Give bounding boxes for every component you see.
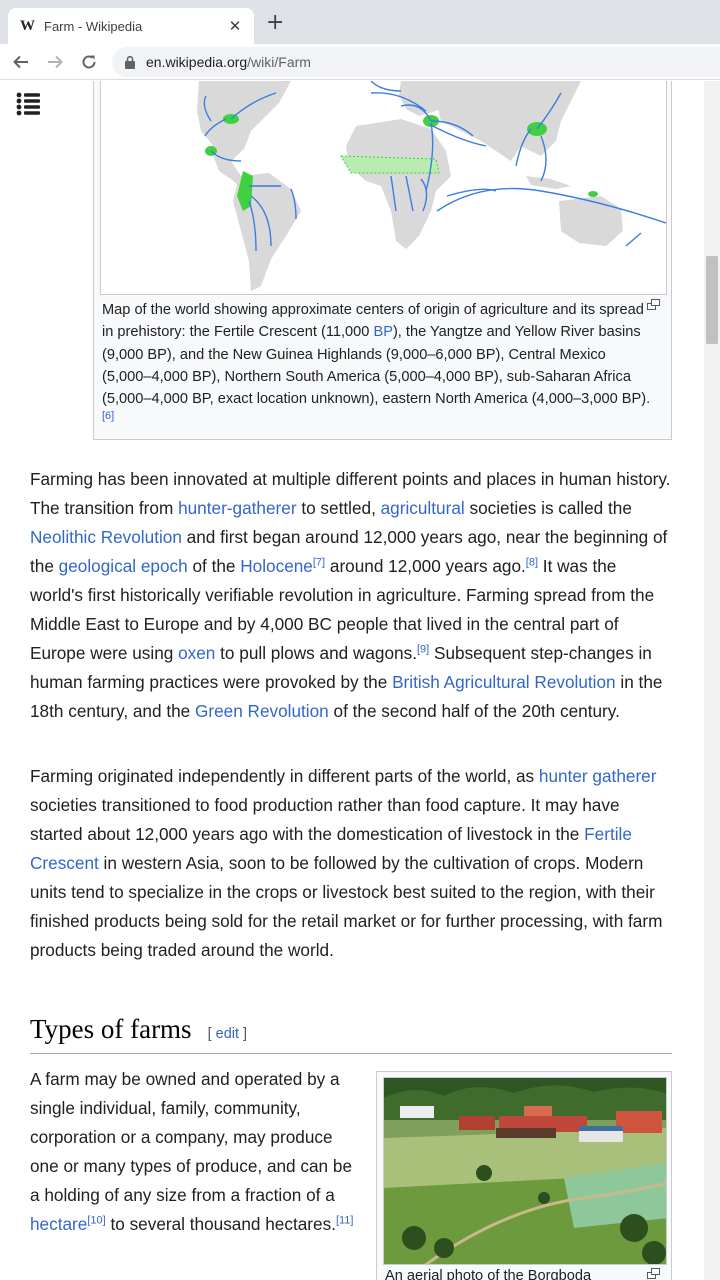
reference-9[interactable]: [9] xyxy=(417,643,429,655)
reference-8[interactable]: [8] xyxy=(526,556,538,568)
edit-link[interactable]: edit xyxy=(216,1026,239,1042)
lock-icon xyxy=(125,55,135,69)
link-british-agricultural-revolution[interactable]: British Agricultural Revolution xyxy=(392,672,616,692)
farm-photo-figure: An aerial photo of the Borgboda xyxy=(376,1071,672,1280)
link-geological-epoch[interactable]: geological epoch xyxy=(59,556,188,576)
link-hunter-gatherer[interactable]: hunter-gatherer xyxy=(178,498,296,518)
link-neolithic-revolution[interactable]: Neolithic Revolution xyxy=(30,527,182,547)
close-tab-icon[interactable]: ✕ xyxy=(226,17,244,35)
back-arrow-icon[interactable] xyxy=(9,50,33,74)
link-green-revolution[interactable]: Green Revolution xyxy=(195,701,329,721)
paragraph-history: Farming has been innovated at multiple d… xyxy=(30,469,671,721)
reload-icon[interactable] xyxy=(77,50,101,74)
section-title: Types of farms xyxy=(30,1014,192,1044)
new-tab-button[interactable]: + xyxy=(266,12,284,34)
url-path: /wiki/Farm xyxy=(247,54,311,70)
aerial-farm-photo[interactable] xyxy=(383,1077,667,1265)
link-oxen[interactable]: oxen xyxy=(178,643,215,663)
link-hunter-gatherer-2[interactable]: hunter gatherer xyxy=(539,766,657,786)
reference-6[interactable]: [6] xyxy=(102,411,114,423)
tab-title: Farm - Wikipedia xyxy=(44,18,143,34)
edit-section: [ edit ] xyxy=(207,1026,248,1042)
paragraph-farm-types: A farm may be owned and operated by a si… xyxy=(30,1069,354,1234)
agriculture-origins-map[interactable] xyxy=(100,81,667,295)
link-hectare[interactable]: hectare xyxy=(30,1214,87,1234)
scrollbar-thumb[interactable] xyxy=(706,256,718,344)
browser-tab[interactable]: W Farm - Wikipedia ✕ xyxy=(8,8,254,44)
url-text: en.wikipedia.org/wiki/Farm xyxy=(146,54,311,70)
reference-7[interactable]: [7] xyxy=(313,556,325,568)
section-heading-types-of-farms: Types of farms [ edit ] xyxy=(30,1014,672,1054)
address-bar[interactable]: en.wikipedia.org/wiki/Farm xyxy=(112,47,720,77)
tab-strip: W Farm - Wikipedia ✕ + xyxy=(0,0,720,44)
bp-link[interactable]: BP xyxy=(373,324,392,340)
paragraph-origins: Farming originated independently in diff… xyxy=(30,766,663,960)
table-of-contents-icon[interactable] xyxy=(16,91,42,117)
url-host: en.wikipedia.org xyxy=(146,54,248,70)
article-page: Map of the world showing approximate cen… xyxy=(0,81,720,1280)
forward-arrow-icon[interactable] xyxy=(43,50,67,74)
link-agricultural[interactable]: agricultural xyxy=(381,498,465,518)
reference-10[interactable]: [10] xyxy=(87,1214,105,1226)
map-caption: Map of the world showing approximate cen… xyxy=(102,302,651,423)
reference-11[interactable]: [11] xyxy=(336,1214,354,1226)
browser-toolbar: en.wikipedia.org/wiki/Farm xyxy=(0,44,720,80)
farm-photo-caption: An aerial photo of the Borgboda xyxy=(385,1268,592,1280)
enlarge-icon[interactable] xyxy=(647,1268,661,1279)
wikipedia-favicon-icon: W xyxy=(20,17,35,34)
map-figure: Map of the world showing approximate cen… xyxy=(93,81,672,440)
link-holocene[interactable]: Holocene xyxy=(240,556,313,576)
